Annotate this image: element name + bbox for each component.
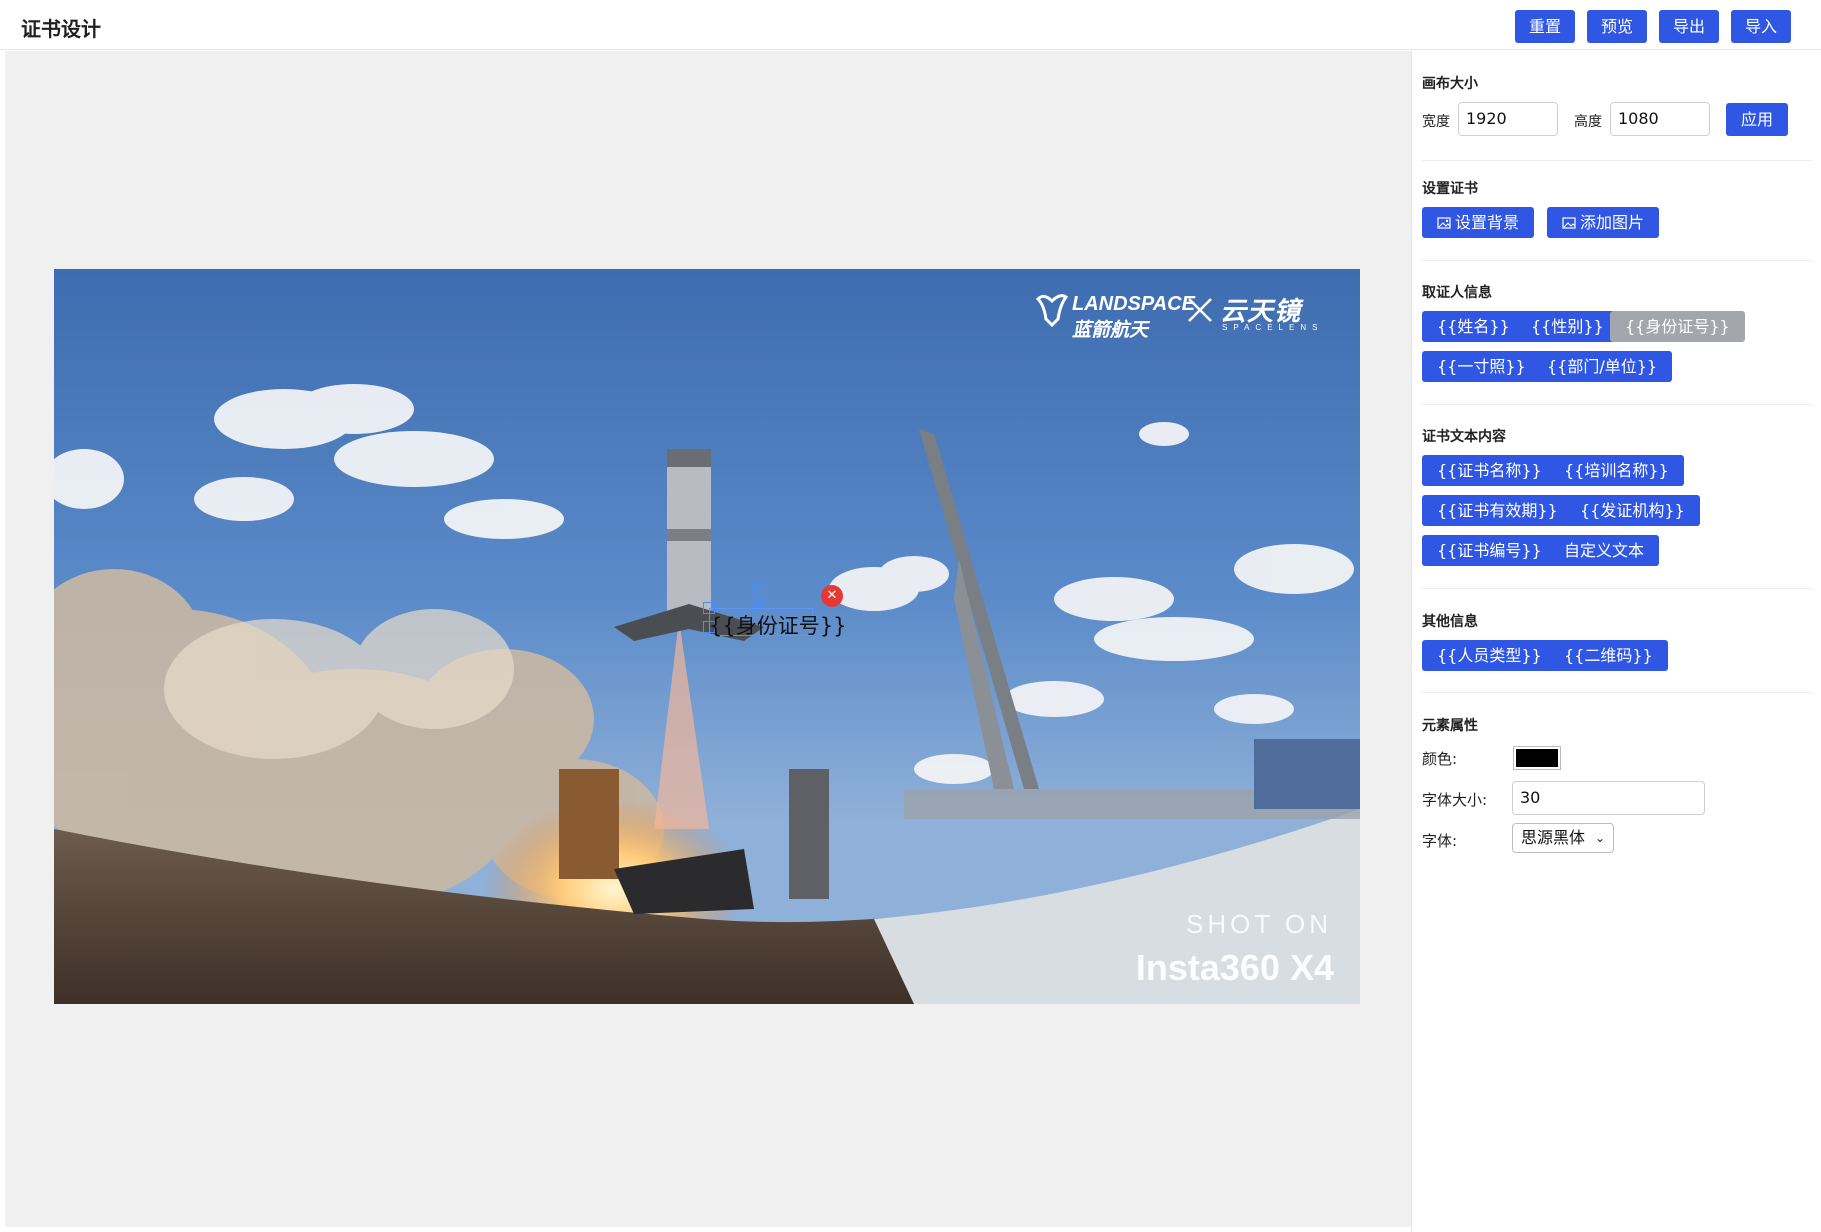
field-personnel-type-button[interactable]: {{人员类型}}	[1422, 640, 1557, 671]
font-size-label: 字体大小:	[1422, 791, 1488, 809]
color-swatch	[1516, 749, 1558, 767]
set-background-label: 设置背景	[1455, 213, 1520, 232]
canvas-height-input[interactable]: 1080	[1610, 102, 1710, 136]
chevron-down-icon: ⌄	[1594, 831, 1605, 845]
rotate-handle[interactable]	[754, 584, 766, 596]
spacelens-logo: 云天镜 SPACELENS	[1220, 289, 1345, 339]
font-size-input[interactable]: 30	[1512, 781, 1705, 815]
top-bar: 证书设计 重置 预览 导出 导入	[0, 0, 1821, 50]
element-props-title: 元素属性	[1422, 718, 1478, 734]
divider	[1422, 160, 1812, 161]
landspace-logo: LANDSPACE 蓝箭航天	[1034, 289, 1195, 341]
width-label: 宽度	[1422, 114, 1450, 130]
export-button[interactable]: 导出	[1659, 10, 1720, 43]
preview-button[interactable]: 预览	[1587, 10, 1648, 43]
element-props-section: 元素属性	[1422, 715, 1812, 735]
field-department-button[interactable]: {{部门/单位}}	[1532, 351, 1673, 382]
apply-size-button[interactable]: 应用	[1726, 103, 1789, 136]
canvas-size-title: 画布大小	[1422, 76, 1478, 92]
field-qrcode-button[interactable]: {{二维码}}	[1549, 640, 1668, 671]
divider	[1422, 404, 1812, 405]
page-title: 证书设计	[21, 17, 101, 41]
holder-info-title: 取证人信息	[1422, 285, 1492, 301]
field-name-button[interactable]: {{姓名}}	[1422, 311, 1525, 342]
landspace-logo-cn: 蓝箭航天	[1072, 319, 1149, 341]
selected-text-element[interactable]: {{身份证号}}	[709, 610, 846, 640]
landspace-mark-icon	[1035, 294, 1069, 327]
custom-text-button[interactable]: 自定义文本	[1549, 535, 1660, 566]
watermark-camera: Insta360 X4	[1135, 947, 1334, 988]
field-training-name-button[interactable]: {{培训名称}}	[1549, 455, 1684, 486]
landspace-logo-en: LANDSPACE	[1072, 293, 1195, 315]
field-photo-button[interactable]: {{一寸照}}	[1422, 351, 1541, 382]
field-gender-button[interactable]: {{性别}}	[1516, 311, 1619, 342]
add-image-button[interactable]: 添加图片	[1547, 207, 1660, 238]
color-picker[interactable]	[1513, 746, 1561, 770]
other-info-section: 其他信息	[1422, 611, 1812, 631]
background-image	[54, 269, 1360, 1004]
cert-settings-title: 设置证书	[1422, 181, 1478, 197]
certificate-canvas[interactable]: LANDSPACE 蓝箭航天 云天镜 SPACELENS SHOT ON Ins…	[54, 269, 1360, 1004]
design-canvas-area[interactable]: LANDSPACE 蓝箭航天 云天镜 SPACELENS SHOT ON Ins…	[5, 51, 1411, 1227]
watermark-shot-on: SHOT ON	[1186, 909, 1332, 939]
font-select-value: 思源黑体	[1521, 828, 1586, 847]
cert-settings-section: 设置证书	[1422, 178, 1812, 198]
add-image-label: 添加图片	[1580, 213, 1645, 232]
divider	[1422, 588, 1812, 589]
divider	[1422, 260, 1812, 261]
font-label: 字体:	[1422, 832, 1458, 850]
font-select[interactable]: 思源黑体 ⌄	[1512, 823, 1614, 853]
delete-element-icon[interactable]: ✕	[821, 585, 843, 607]
color-label: 颜色:	[1422, 750, 1458, 768]
image-icon	[1562, 217, 1576, 229]
cert-text-title: 证书文本内容	[1422, 429, 1506, 445]
canvas-size-section: 画布大小	[1422, 73, 1812, 93]
field-cert-validity-button[interactable]: {{证书有效期}}	[1422, 495, 1573, 526]
other-info-title: 其他信息	[1422, 614, 1478, 630]
spacelens-logo-en: SPACELENS	[1222, 323, 1324, 332]
canvas-width-input[interactable]: 1920	[1458, 102, 1558, 136]
field-cert-name-button[interactable]: {{证书名称}}	[1422, 455, 1557, 486]
reset-button[interactable]: 重置	[1515, 10, 1576, 43]
collab-x-icon	[1188, 298, 1212, 322]
cert-text-section: 证书文本内容	[1422, 426, 1812, 446]
field-cert-number-button[interactable]: {{证书编号}}	[1422, 535, 1557, 566]
properties-panel: 画布大小 宽度 1920 高度 1080 应用 设置证书 设置背景 添加图片 取…	[1411, 51, 1821, 1232]
height-label: 高度	[1574, 114, 1602, 130]
holder-info-section: 取证人信息	[1422, 282, 1812, 302]
import-button[interactable]: 导入	[1731, 10, 1792, 43]
image-settings-icon	[1437, 217, 1451, 229]
set-background-button[interactable]: 设置背景	[1422, 207, 1535, 238]
certificate-designer: 证书设计 重置 预览 导出 导入 LANDSPACE 蓝箭航天 云天镜 SPAC…	[0, 0, 1821, 1232]
field-issuer-button[interactable]: {{发证机构}}	[1565, 495, 1700, 526]
divider	[1422, 692, 1812, 693]
field-id-number-button[interactable]: {{身份证号}}	[1610, 311, 1745, 342]
